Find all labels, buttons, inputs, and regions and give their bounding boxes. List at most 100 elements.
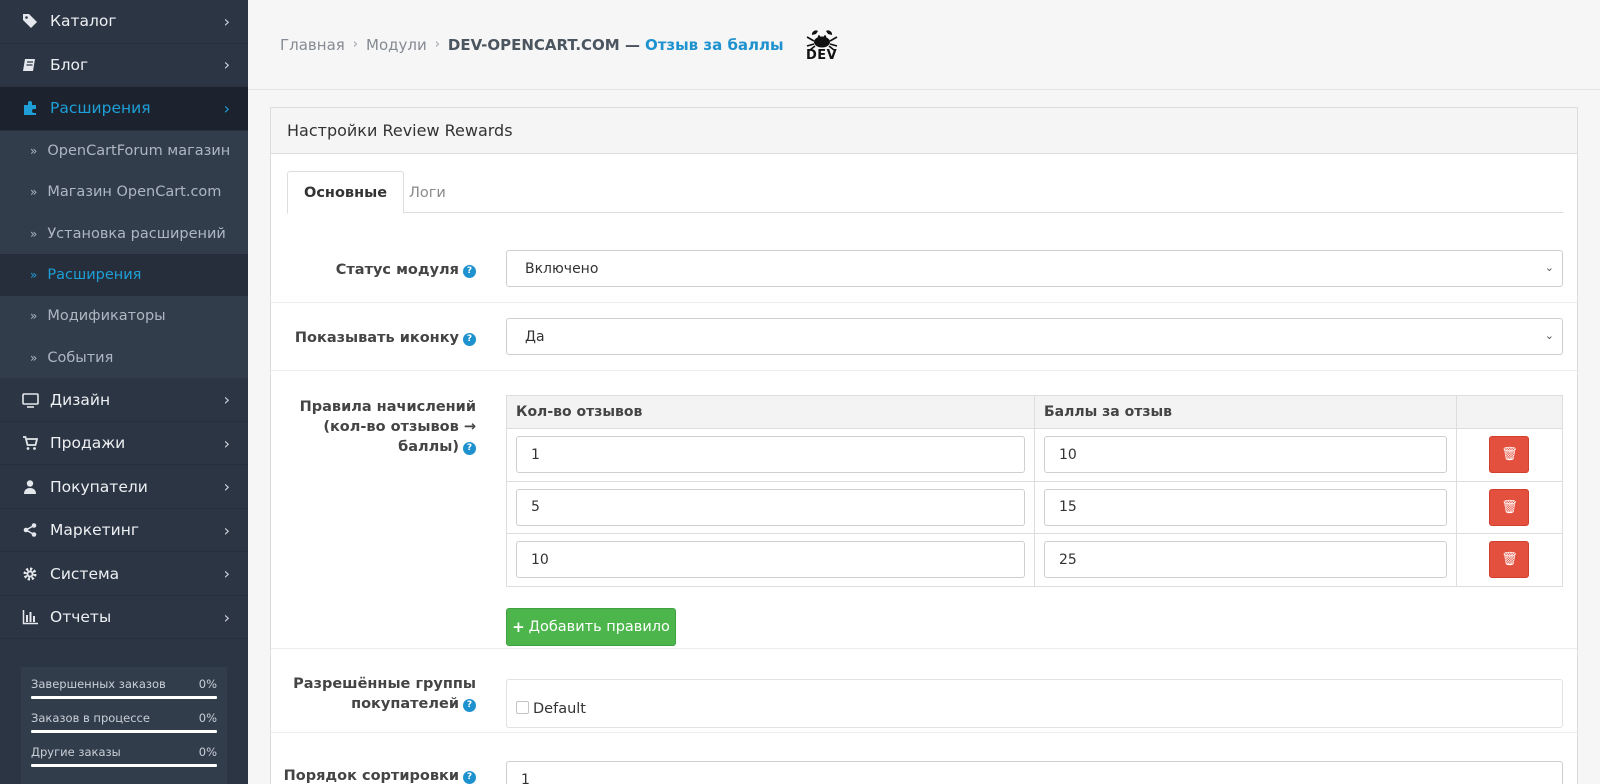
sidebar-item-label: Каталог xyxy=(50,12,117,31)
sort-label: Порядок сортировки? xyxy=(284,766,476,784)
sidebar-item-blog[interactable]: Блог › xyxy=(0,44,248,87)
sidebar-submenu: » OpenCartForum магазин » Магазин OpenCart… xyxy=(0,130,248,379)
submenu-item-modifications[interactable]: » Модификаторы xyxy=(0,296,248,337)
stat-value: 0% xyxy=(198,677,217,691)
puzzle-icon xyxy=(20,99,40,117)
add-rule-label: Добавить правило xyxy=(528,619,670,635)
sidebar-item-extensions[interactable]: Расширения › xyxy=(0,87,248,131)
chevron-right-icon: › xyxy=(223,607,230,627)
reviews-count-input[interactable]: 10 xyxy=(516,541,1025,579)
progress-bar xyxy=(31,696,217,699)
sidebar-item-label: Дизайн xyxy=(50,390,111,409)
help-icon[interactable]: ? xyxy=(463,441,476,455)
sort-order-input[interactable]: 1 xyxy=(506,761,1563,784)
progress-bar xyxy=(31,730,217,733)
sidebar-item-system[interactable]: Система › xyxy=(0,552,248,596)
page-header: Главная › Модули › DEV-OPENCART.COM — От… xyxy=(248,0,1600,90)
stat-processing: Заказов в процессе 0% xyxy=(31,711,217,733)
help-icon[interactable]: ? xyxy=(463,332,476,346)
help-icon[interactable]: ? xyxy=(463,698,476,712)
stat-label: Завершенных заказов xyxy=(31,677,166,691)
trash-icon: 🗑 xyxy=(1501,499,1518,515)
panel-heading: Настройки Review Rewards xyxy=(271,108,1577,154)
sidebar-item-label: Система xyxy=(50,564,120,583)
delete-rule-button[interactable]: 🗑 xyxy=(1489,541,1530,579)
add-rule-button[interactable]: + Добавить правило xyxy=(506,608,676,646)
gear-icon xyxy=(20,565,40,583)
submenu-label: Модификаторы xyxy=(47,308,166,325)
points-input[interactable]: 10 xyxy=(1044,436,1447,474)
points-input[interactable]: 25 xyxy=(1044,541,1447,579)
breadcrumb-separator: › xyxy=(352,37,358,52)
monitor-icon xyxy=(20,391,40,409)
delete-rule-button[interactable]: 🗑 xyxy=(1489,436,1530,474)
show-icon-label: Показывать иконку? xyxy=(295,328,476,348)
share-icon xyxy=(20,521,40,539)
group-default-checkbox[interactable] xyxy=(516,700,529,714)
table-row: 5 15 🗑 xyxy=(506,480,1564,534)
customer-groups-box: Default xyxy=(506,679,1563,728)
double-chevron-icon: » xyxy=(30,268,38,283)
column-header-actions xyxy=(1455,395,1564,429)
form-row-show-icon: Показывать иконку? Да ⌄ xyxy=(271,303,1577,371)
show-icon-select-value: Да xyxy=(525,328,545,345)
submenu-item-opencartforum[interactable]: » OpenCartForum магазин xyxy=(0,131,248,172)
cart-icon xyxy=(20,434,40,452)
submenu-item-events[interactable]: » События xyxy=(0,337,248,378)
reviews-count-input[interactable]: 1 xyxy=(516,436,1025,474)
help-icon[interactable]: ? xyxy=(463,770,476,784)
sidebar-item-label: Продажи xyxy=(50,434,126,453)
trash-icon: 🗑 xyxy=(1501,552,1518,568)
reviews-count-input[interactable]: 5 xyxy=(516,488,1025,526)
sidebar-item-customers[interactable]: Покупатели › xyxy=(0,465,248,509)
show-icon-select[interactable]: Да ⌄ xyxy=(506,318,1563,355)
sidebar-item-catalog[interactable]: Каталог › xyxy=(0,0,248,44)
sidebar-item-label: Маркетинг xyxy=(50,521,139,540)
sidebar-item-label: Блог xyxy=(50,55,89,74)
table-row: 10 25 🗑 xyxy=(506,533,1564,587)
sidebar-item-design[interactable]: Дизайн › xyxy=(0,378,248,422)
chevron-right-icon: › xyxy=(223,55,230,75)
tab-logs[interactable]: Логи xyxy=(393,171,462,214)
status-select[interactable]: Включено ⌄ xyxy=(506,250,1563,287)
chevron-right-icon: › xyxy=(223,477,230,497)
submenu-item-opencart-store[interactable]: » Магазин OpenCart.com xyxy=(0,172,248,213)
bar-chart-icon xyxy=(20,608,40,626)
help-icon[interactable]: ? xyxy=(463,264,476,278)
chevron-right-icon: › xyxy=(223,433,230,453)
sidebar-item-reports[interactable]: Отчеты › xyxy=(0,596,248,640)
breadcrumb-modules[interactable]: Модули xyxy=(366,36,427,54)
sidebar-item-label: Покупатели xyxy=(50,477,148,496)
chevron-right-icon: › xyxy=(223,520,230,540)
delete-rule-button[interactable]: 🗑 xyxy=(1489,488,1530,526)
breadcrumb-home[interactable]: Главная xyxy=(280,36,345,54)
user-icon xyxy=(20,478,40,496)
sidebar-item-label: Расширения xyxy=(50,99,151,118)
tags-icon xyxy=(20,12,40,30)
sidebar-item-marketing[interactable]: Маркетинг › xyxy=(0,509,248,553)
submenu-item-installer[interactable]: » Установка расширений xyxy=(0,213,248,254)
order-stats: Завершенных заказов 0% Заказов в процессе… xyxy=(21,667,227,784)
settings-panel: Настройки Review Rewards Основные Логи С… xyxy=(270,107,1578,784)
group-default-label[interactable]: Default xyxy=(533,701,586,717)
points-input[interactable]: 15 xyxy=(1044,488,1447,526)
rules-table: Кол-во отзывов Баллы за отзыв 1 10 🗑 5 1… xyxy=(506,395,1564,587)
sidebar-item-label: Отчеты xyxy=(50,608,112,627)
stat-value: 0% xyxy=(198,711,217,725)
submenu-label: Установка расширений xyxy=(47,225,226,242)
status-select-value: Включено xyxy=(525,260,599,277)
sort-label-text: Порядок сортировки xyxy=(283,768,459,784)
chevron-down-icon: ⌄ xyxy=(1544,261,1554,274)
submenu-label: Расширения xyxy=(47,267,142,284)
stat-value: 0% xyxy=(198,745,217,759)
chevron-right-icon: › xyxy=(223,98,230,118)
sidebar-item-sales[interactable]: Продажи › xyxy=(0,422,248,466)
page-title: Отзыв за баллы xyxy=(644,35,784,54)
breadcrumb-dev: DEV-OPENCART.COM — xyxy=(447,35,640,54)
form-row-status: Статус модуля? Включено ⌄ xyxy=(271,234,1577,303)
submenu-item-extensions[interactable]: » Расширения xyxy=(0,254,248,296)
stat-completed: Завершенных заказов 0% xyxy=(31,677,217,699)
sidebar: Каталог › Блог › Расширения › » OpenCartF… xyxy=(0,0,248,784)
tab-general[interactable]: Основные xyxy=(287,171,405,214)
groups-label-line: Разрешённые группы xyxy=(293,676,476,692)
